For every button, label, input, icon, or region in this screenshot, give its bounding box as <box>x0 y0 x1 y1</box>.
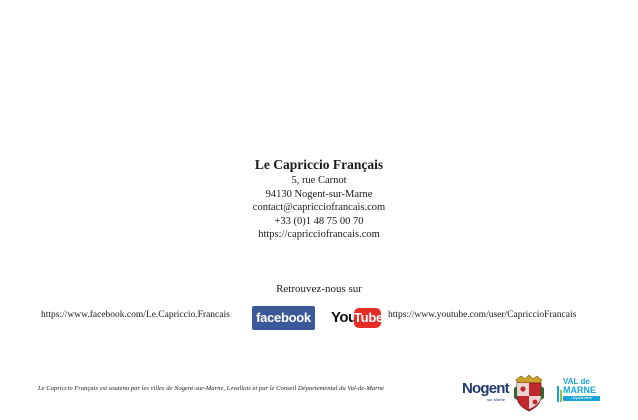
city-crest-icon <box>513 374 545 412</box>
organization-contact-block: Le Capriccio Français 5, rue Carnot 9413… <box>0 156 638 242</box>
val-de-marne-line2: MARNE <box>563 385 596 395</box>
website-link[interactable]: https://capricciofrancais.com <box>0 228 638 242</box>
facebook-url-link[interactable]: https://www.facebook.com/Le.Capriccio.Fr… <box>41 310 230 320</box>
organization-name: Le Capriccio Français <box>254 157 384 172</box>
nogent-logo-tagline: sur Marne <box>487 397 506 402</box>
youtube-logo-icon[interactable]: You Tube <box>331 306 383 330</box>
nogent-logo-wordmark: Nogent <box>462 380 510 397</box>
address-city: 94130 Nogent-sur-Marne <box>265 188 373 200</box>
contact-phone: +33 (0)1 48 75 00 70 <box>274 215 364 227</box>
nogent-logo: Nogent sur Marne <box>462 380 510 404</box>
val-de-marne-tagline: Département <box>563 396 600 401</box>
city-crest-shape <box>514 374 544 412</box>
youtube-logo-you: You <box>331 309 357 326</box>
facebook-logo-text: facebook <box>256 310 311 325</box>
support-statement: Le Capriccio Français est soutenu par le… <box>38 385 384 392</box>
youtube-logo-tube: Tube <box>354 308 383 328</box>
social-heading: Retrouvez-nous sur <box>276 283 362 295</box>
youtube-url-link[interactable]: https://www.youtube.com/user/CapriccioFr… <box>388 310 576 320</box>
social-links-row: https://www.facebook.com/Le.Capriccio.Fr… <box>0 304 638 330</box>
val-de-marne-logo: VAL de MARNE Département <box>557 377 603 405</box>
val-de-marne-mark-icon <box>557 386 562 402</box>
contact-email-link[interactable]: contact@capricciofrancais.com <box>0 201 638 215</box>
address-street: 5, rue Carnot <box>291 175 347 186</box>
facebook-logo-icon[interactable]: facebook <box>252 306 315 330</box>
